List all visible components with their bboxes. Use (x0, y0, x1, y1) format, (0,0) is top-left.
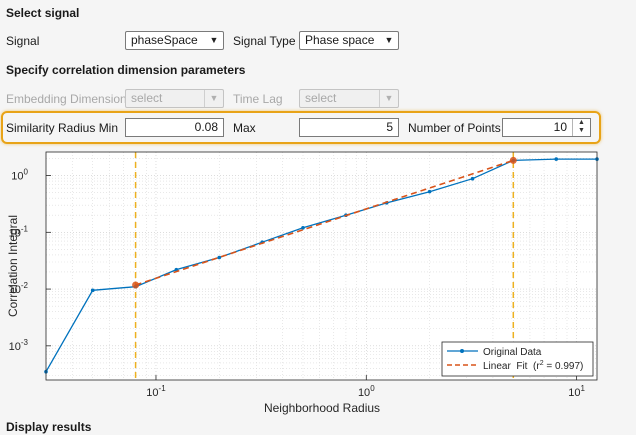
section-display-results: Display results (6, 420, 92, 434)
embedding-dimension-dropdown[interactable]: select ▼ (125, 89, 224, 108)
number-of-points-field[interactable]: 10 ▲ ▼ (502, 118, 591, 137)
similarity-radius-min-field[interactable]: 0.08 (125, 118, 224, 137)
similarity-radius-max-label: Max (233, 121, 256, 135)
similarity-radius-max-field[interactable]: 5 (299, 118, 399, 137)
signal-type-label: Signal Type (233, 34, 296, 48)
signal-type-dropdown[interactable]: Phase space ▼ (299, 31, 399, 50)
spinner-down-icon[interactable]: ▼ (573, 127, 590, 135)
fit-endpoint-marker (509, 156, 517, 164)
original-data-point (554, 157, 559, 161)
y-tick-label: 100 (11, 168, 28, 183)
legend-fit-label: Linear Fit (r2 = 0.997) (483, 360, 583, 372)
legend-original-marker (460, 349, 464, 353)
original-data-point (301, 226, 305, 230)
embedding-dimension-value: select (131, 91, 163, 105)
chevron-down-icon: ▼ (384, 35, 394, 45)
signal-label: Signal (6, 34, 40, 48)
chart-xlabel: Neighborhood Radius (264, 401, 380, 415)
section-correlation-params: Specify correlation dimension parameters (6, 63, 246, 77)
chart-legend: Original Data Linear Fit (r2 = 0.997) (441, 341, 594, 377)
similarity-radius-min-label: Similarity Radius Min (6, 121, 119, 135)
time-lag-label: Time Lag (233, 92, 283, 106)
section-select-signal: Select signal (6, 6, 80, 20)
signal-dropdown-value: phaseSpace (131, 33, 198, 47)
x-tick-label: 10-1 (146, 384, 166, 399)
original-data-point (217, 255, 222, 260)
original-data-point (470, 176, 475, 181)
legend-original-label: Original Data (483, 347, 542, 358)
x-tick-label: 101 (568, 384, 585, 399)
embedding-dimension-label: Embedding Dimension (6, 92, 127, 106)
number-of-points-label: Number of Points (408, 121, 501, 135)
original-data-point (90, 288, 95, 293)
chevron-down-icon: ▼ (209, 35, 219, 45)
chevron-down-icon: ▼ (204, 90, 223, 107)
correlation-chart: 10-1 100 10110-310-210-1100 Neighborhood R… (6, 151, 599, 415)
number-of-points-spinner[interactable]: ▲ ▼ (572, 119, 590, 136)
signal-type-dropdown-value: Phase space (305, 33, 375, 47)
fit-endpoint-marker (132, 281, 140, 289)
chart-ylabel: Correlation Integral (6, 215, 20, 317)
chevron-down-icon: ▼ (379, 90, 398, 107)
signal-dropdown[interactable]: phaseSpace ▼ (125, 31, 224, 50)
y-tick-label: 10-3 (9, 338, 29, 353)
time-lag-value: select (305, 91, 337, 105)
original-data-point (427, 189, 432, 194)
spinner-up-icon[interactable]: ▲ (573, 119, 590, 127)
time-lag-dropdown[interactable]: select ▼ (299, 89, 399, 108)
x-tick-label: 100 (358, 384, 375, 399)
number-of-points-value: 10 (553, 120, 567, 134)
